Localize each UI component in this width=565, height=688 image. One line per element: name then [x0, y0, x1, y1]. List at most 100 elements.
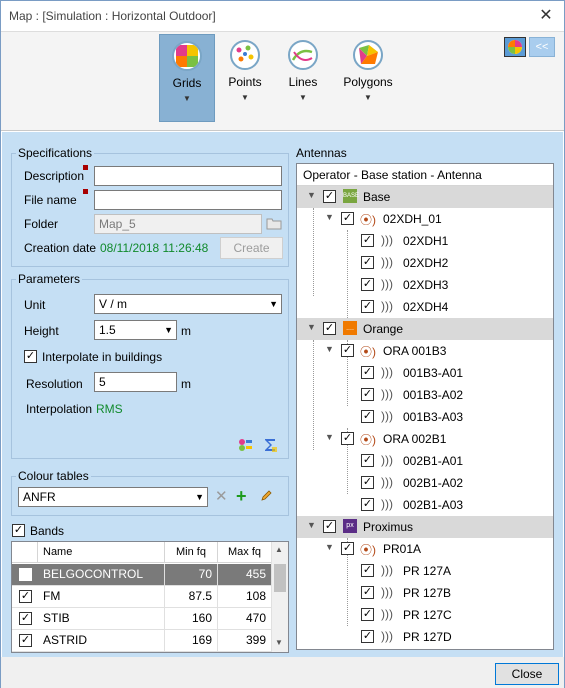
scroll-down-icon[interactable]: ▼ [275, 638, 283, 647]
antenna-row[interactable]: ✓ ))) 002B1-A03 [297, 494, 553, 516]
bands-label: Bands [30, 524, 65, 538]
sigma-icon[interactable] [262, 437, 278, 456]
antenna-name: 002B1-A02 [403, 476, 464, 490]
points-globe-icon [230, 40, 260, 70]
station-row[interactable]: ▼ ✓ ⦿) PR01A [297, 538, 553, 560]
antenna-row[interactable]: ✓ ))) 001B3-A03 [297, 406, 553, 428]
antenna-row[interactable]: ✓ ))) PR 127A [297, 560, 553, 582]
operator-row-proximus[interactable]: ▼ ✓ px Proximus [297, 516, 553, 538]
antenna-name: 002B1-A01 [403, 454, 464, 468]
table-header-max[interactable]: Max fq [218, 542, 272, 563]
scroll-up-icon[interactable]: ▲ [275, 545, 283, 554]
operator-checkbox[interactable]: ✓ [323, 190, 336, 203]
operator-checkbox[interactable]: ✓ [323, 520, 336, 533]
antenna-checkbox[interactable]: ✓ [361, 454, 374, 467]
row-checkbox[interactable]: ✓ [19, 568, 32, 581]
antenna-checkbox[interactable]: ✓ [361, 256, 374, 269]
antenna-checkbox[interactable]: ✓ [361, 476, 374, 489]
lines-globe-icon [288, 40, 318, 70]
station-checkbox[interactable]: ✓ [341, 344, 354, 357]
pencil-icon[interactable] [259, 489, 273, 506]
operator-row-orange[interactable]: ▼ ✓ .... Orange [297, 318, 553, 340]
interpolate-checkbox[interactable]: ✓ [24, 350, 37, 363]
antenna-checkbox[interactable]: ✓ [361, 630, 374, 643]
resolution-input[interactable] [94, 372, 177, 392]
antenna-name: PR 127D [403, 630, 452, 644]
expand-icon[interactable]: ▼ [325, 212, 334, 222]
table-row[interactable]: ✓ FM 87.5 108 [12, 586, 272, 608]
table-header-min[interactable]: Min fq [165, 542, 218, 563]
filename-input[interactable] [94, 190, 282, 210]
delete-icon[interactable]: ✕ [215, 489, 228, 504]
station-checkbox[interactable]: ✓ [341, 432, 354, 445]
palette-icon[interactable] [504, 37, 526, 57]
antenna-row[interactable]: ✓ ))) 001B3-A01 [297, 362, 553, 384]
height-select[interactable]: 1.5 ▼ [94, 320, 177, 340]
scroll-thumb[interactable] [274, 564, 286, 592]
colour-table-select[interactable]: ANFR ▼ [18, 487, 208, 507]
expand-icon[interactable]: ▼ [307, 520, 316, 530]
table-row[interactable]: ✓ STIB 160 470 [12, 608, 272, 630]
expand-icon[interactable]: ▼ [325, 432, 334, 442]
antenna-row[interactable]: ✓ ))) 002B1-A02 [297, 472, 553, 494]
table-row[interactable]: ✓ ASTRID 169 399 [12, 630, 272, 652]
expand-icon[interactable]: ▼ [325, 344, 334, 354]
ribbon-toolbar: Grids ▼ Points ▼ Lines ▼ Polygons ▼ << [1, 31, 564, 131]
expand-icon[interactable]: ▼ [307, 322, 316, 332]
row-checkbox[interactable]: ✓ [19, 612, 32, 625]
antenna-checkbox[interactable]: ✓ [361, 278, 374, 291]
antenna-checkbox[interactable]: ✓ [361, 300, 374, 313]
add-icon[interactable]: + [236, 487, 247, 505]
station-row[interactable]: ▼ ✓ ⦿) 02XDH_01 [297, 208, 553, 230]
antenna-row[interactable]: ✓ ))) PR 127B [297, 582, 553, 604]
antenna-signal-icon: ))) [381, 233, 393, 247]
station-checkbox[interactable]: ✓ [341, 542, 354, 555]
antenna-checkbox[interactable]: ✓ [361, 586, 374, 599]
collapse-icon[interactable]: << [529, 37, 555, 57]
antenna-row[interactable]: ✓ ))) 02XDH1 [297, 230, 553, 252]
close-button[interactable]: Close [495, 663, 559, 685]
table-scrollbar[interactable]: ▲ ▼ [271, 542, 288, 652]
table-header-name[interactable]: Name [38, 542, 165, 563]
antenna-name: PR 127A [403, 564, 452, 578]
station-icon: ⦿) [360, 543, 376, 557]
antenna-checkbox[interactable]: ✓ [361, 608, 374, 621]
station-checkbox[interactable]: ✓ [341, 212, 354, 225]
antenna-row[interactable]: ✓ ))) PR 127D [297, 626, 553, 648]
expand-icon[interactable]: ▼ [325, 542, 334, 552]
table-row[interactable]: ✓ BELGOCONTROL 70 455 [12, 564, 272, 586]
polygons-button[interactable]: Polygons ▼ [337, 34, 399, 122]
antenna-row[interactable]: ✓ ))) 02XDH4 [297, 296, 553, 318]
main-content: Specifications Description File name Fol… [2, 132, 563, 657]
lines-button[interactable]: Lines ▼ [275, 34, 331, 122]
antenna-checkbox[interactable]: ✓ [361, 366, 374, 379]
row-checkbox[interactable]: ✓ [19, 590, 32, 603]
folder-icon[interactable] [266, 216, 282, 233]
operator-checkbox[interactable]: ✓ [323, 322, 336, 335]
row-checkbox[interactable]: ✓ [19, 634, 32, 647]
grids-button[interactable]: Grids ▼ [159, 34, 215, 122]
station-row[interactable]: ▼ ✓ ⦿) ORA 002B1 [297, 428, 553, 450]
close-icon[interactable]: ✕ [536, 6, 556, 26]
band-min: 87.5 [165, 586, 218, 608]
description-input[interactable] [94, 166, 282, 186]
antenna-checkbox[interactable]: ✓ [361, 388, 374, 401]
antenna-checkbox[interactable]: ✓ [361, 564, 374, 577]
palette-legend-icon[interactable] [237, 437, 253, 456]
expand-icon[interactable]: ▼ [307, 190, 316, 200]
band-min: 70 [165, 564, 218, 586]
antenna-row[interactable]: ✓ ))) 001B3-A02 [297, 384, 553, 406]
points-button[interactable]: Points ▼ [217, 34, 273, 122]
antenna-row[interactable]: ✓ ))) 02XDH3 [297, 274, 553, 296]
antenna-row[interactable]: ✓ ))) 002B1-A01 [297, 450, 553, 472]
station-row[interactable]: ▼ ✓ ⦿) ORA 001B3 [297, 340, 553, 362]
unit-select[interactable]: V / m ▼ [94, 294, 282, 314]
antenna-checkbox[interactable]: ✓ [361, 234, 374, 247]
antenna-checkbox[interactable]: ✓ [361, 410, 374, 423]
antenna-row[interactable]: ✓ ))) 02XDH2 [297, 252, 553, 274]
antenna-checkbox[interactable]: ✓ [361, 498, 374, 511]
create-button[interactable]: Create [220, 237, 283, 259]
bands-checkbox[interactable]: ✓ [12, 524, 25, 537]
operator-row-base[interactable]: ▼ ✓ BASE Base [297, 186, 553, 208]
antenna-row[interactable]: ✓ ))) PR 127C [297, 604, 553, 626]
